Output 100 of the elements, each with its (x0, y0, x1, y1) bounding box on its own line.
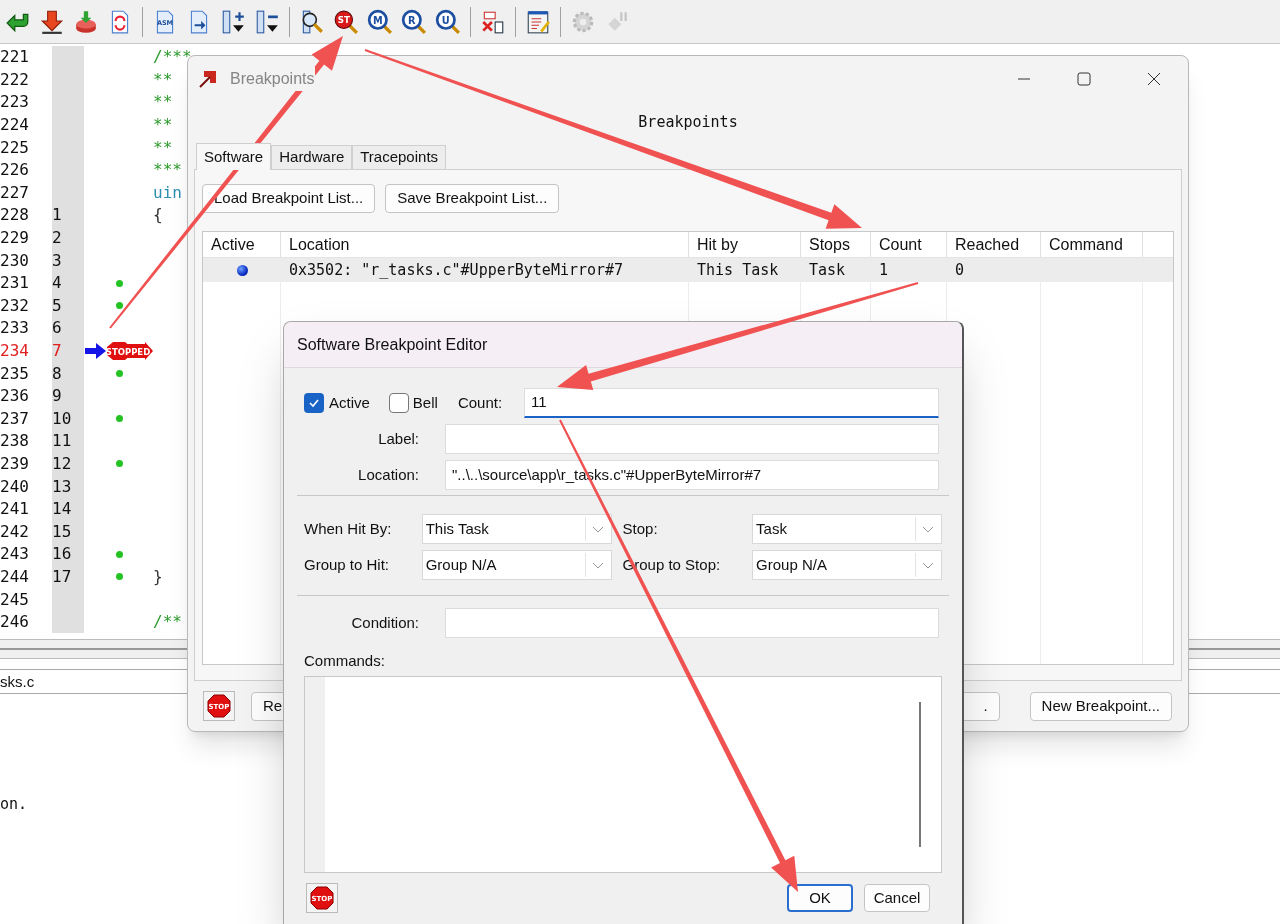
line-index: 12 (52, 456, 72, 472)
console-text: on. (0, 794, 28, 815)
line-index: 6 (52, 320, 62, 337)
table-cell-text: Task (808, 259, 847, 281)
line-number: 236 (0, 388, 29, 405)
tab[interactable]: Tracepoints (352, 145, 447, 169)
line-number: 235 (0, 365, 29, 382)
code-text: uin (153, 184, 182, 201)
line-number: 222 (0, 71, 29, 88)
checkbox[interactable] (388, 393, 409, 413)
line-index: 10 (52, 410, 72, 427)
dialog-heading: Breakpoints (638, 111, 738, 133)
code-text: ** (153, 94, 173, 111)
line-index: 14 (52, 501, 72, 518)
table-cell-text: This Task (696, 259, 780, 281)
line-number: 246 (0, 614, 29, 631)
line-number: 241 (0, 501, 29, 518)
line-number: 225 (0, 139, 29, 156)
window-title: Breakpoints (230, 67, 315, 91)
close-icon[interactable] (1146, 71, 1162, 87)
line-number: 240 (0, 478, 29, 495)
field-label: Group to Hit: (304, 554, 391, 575)
code-text: ** (153, 71, 173, 88)
app-logo-icon (198, 69, 218, 89)
line-number: 232 (0, 297, 29, 314)
line-number: 224 (0, 117, 29, 134)
line-number: 227 (0, 184, 29, 201)
button[interactable]: OK (787, 884, 853, 912)
commands-field[interactable] (304, 676, 942, 873)
field-label: Bell (412, 392, 438, 413)
line-index: 13 (52, 478, 72, 495)
line-number: 234 (0, 343, 29, 359)
line-index: 5 (52, 297, 62, 314)
new-breakpoint-button[interactable]: New Breakpoint... (1029, 691, 1172, 721)
checkbox[interactable] (304, 393, 324, 413)
field-label: When Hit By: (304, 518, 393, 539)
column-header[interactable]: Hit by (689, 232, 801, 257)
line-number: 226 (0, 162, 29, 179)
line-number: 245 (0, 591, 29, 608)
window-title: Software Breakpoint Editor (297, 334, 488, 355)
line-index: 7 (52, 343, 62, 359)
line-index: 2 (52, 230, 62, 247)
line-number: 221 (0, 49, 29, 66)
code-text: /** (153, 614, 182, 631)
code-text: { (153, 207, 163, 224)
line-index: 8 (52, 365, 62, 382)
input-field[interactable]: 11 (524, 388, 939, 418)
line-index: 9 (52, 388, 62, 405)
table-cell-text: 0x3502: "r_tasks.c"#UpperByteMirror#7 (288, 259, 625, 281)
line-index: 11 (52, 433, 72, 450)
column-header[interactable]: Reached (947, 232, 1041, 257)
line-index: 16 (52, 546, 72, 563)
line-number: 242 (0, 523, 29, 540)
field-label: Active (329, 392, 370, 413)
column-header[interactable]: Active (203, 232, 281, 257)
dropdown[interactable]: This Task (421, 514, 612, 544)
tab[interactable]: Software (196, 143, 272, 170)
field-label: Stop: (622, 518, 659, 539)
code-text: ** (153, 139, 173, 156)
code-text: ** (153, 117, 173, 134)
line-number: 238 (0, 433, 29, 450)
dropdown[interactable]: Group N/A (752, 550, 942, 580)
field-label: Commands: (304, 650, 385, 671)
line-index: 4 (52, 275, 62, 292)
line-number: 237 (0, 410, 29, 427)
maximize-icon[interactable] (1076, 71, 1092, 87)
line-index: 17 (52, 568, 72, 585)
line-number: 244 (0, 568, 29, 585)
scrollbar[interactable] (919, 702, 921, 847)
input-field[interactable] (445, 608, 939, 638)
table-cell-text: 0 (954, 259, 966, 281)
line-number: 229 (0, 230, 29, 247)
column-header[interactable]: Stops (801, 232, 871, 257)
column-header[interactable]: Location (281, 232, 689, 257)
line-index: 1 (52, 207, 62, 224)
column-header[interactable]: Count (871, 232, 947, 257)
line-number: 223 (0, 94, 29, 111)
button[interactable]: Cancel (864, 884, 930, 912)
tab[interactable]: Hardware (271, 145, 353, 169)
line-number: 243 (0, 546, 29, 563)
dropdown[interactable]: Task (752, 514, 942, 544)
button[interactable]: Save Breakpoint List... (385, 184, 560, 213)
table-cell-text: 1 (878, 259, 890, 281)
column-header[interactable]: Command (1041, 232, 1143, 257)
field-label: Count: (457, 392, 503, 413)
field-label: Location: (357, 464, 419, 485)
code-text: *** (153, 162, 182, 179)
line-number: 230 (0, 252, 29, 269)
line-number: 233 (0, 320, 29, 337)
dropdown[interactable]: Group N/A (421, 550, 612, 580)
line-number: 231 (0, 275, 29, 292)
current-line-arrow-icon (85, 343, 107, 359)
file-name: sks.c (0, 671, 35, 692)
code-text: } (153, 568, 163, 585)
line-index: 15 (52, 523, 72, 540)
code-text: /*** (153, 49, 192, 66)
line-number: 239 (0, 456, 29, 472)
input-field[interactable] (445, 424, 939, 454)
line-number: 228 (0, 207, 29, 224)
line-index: 3 (52, 252, 62, 269)
